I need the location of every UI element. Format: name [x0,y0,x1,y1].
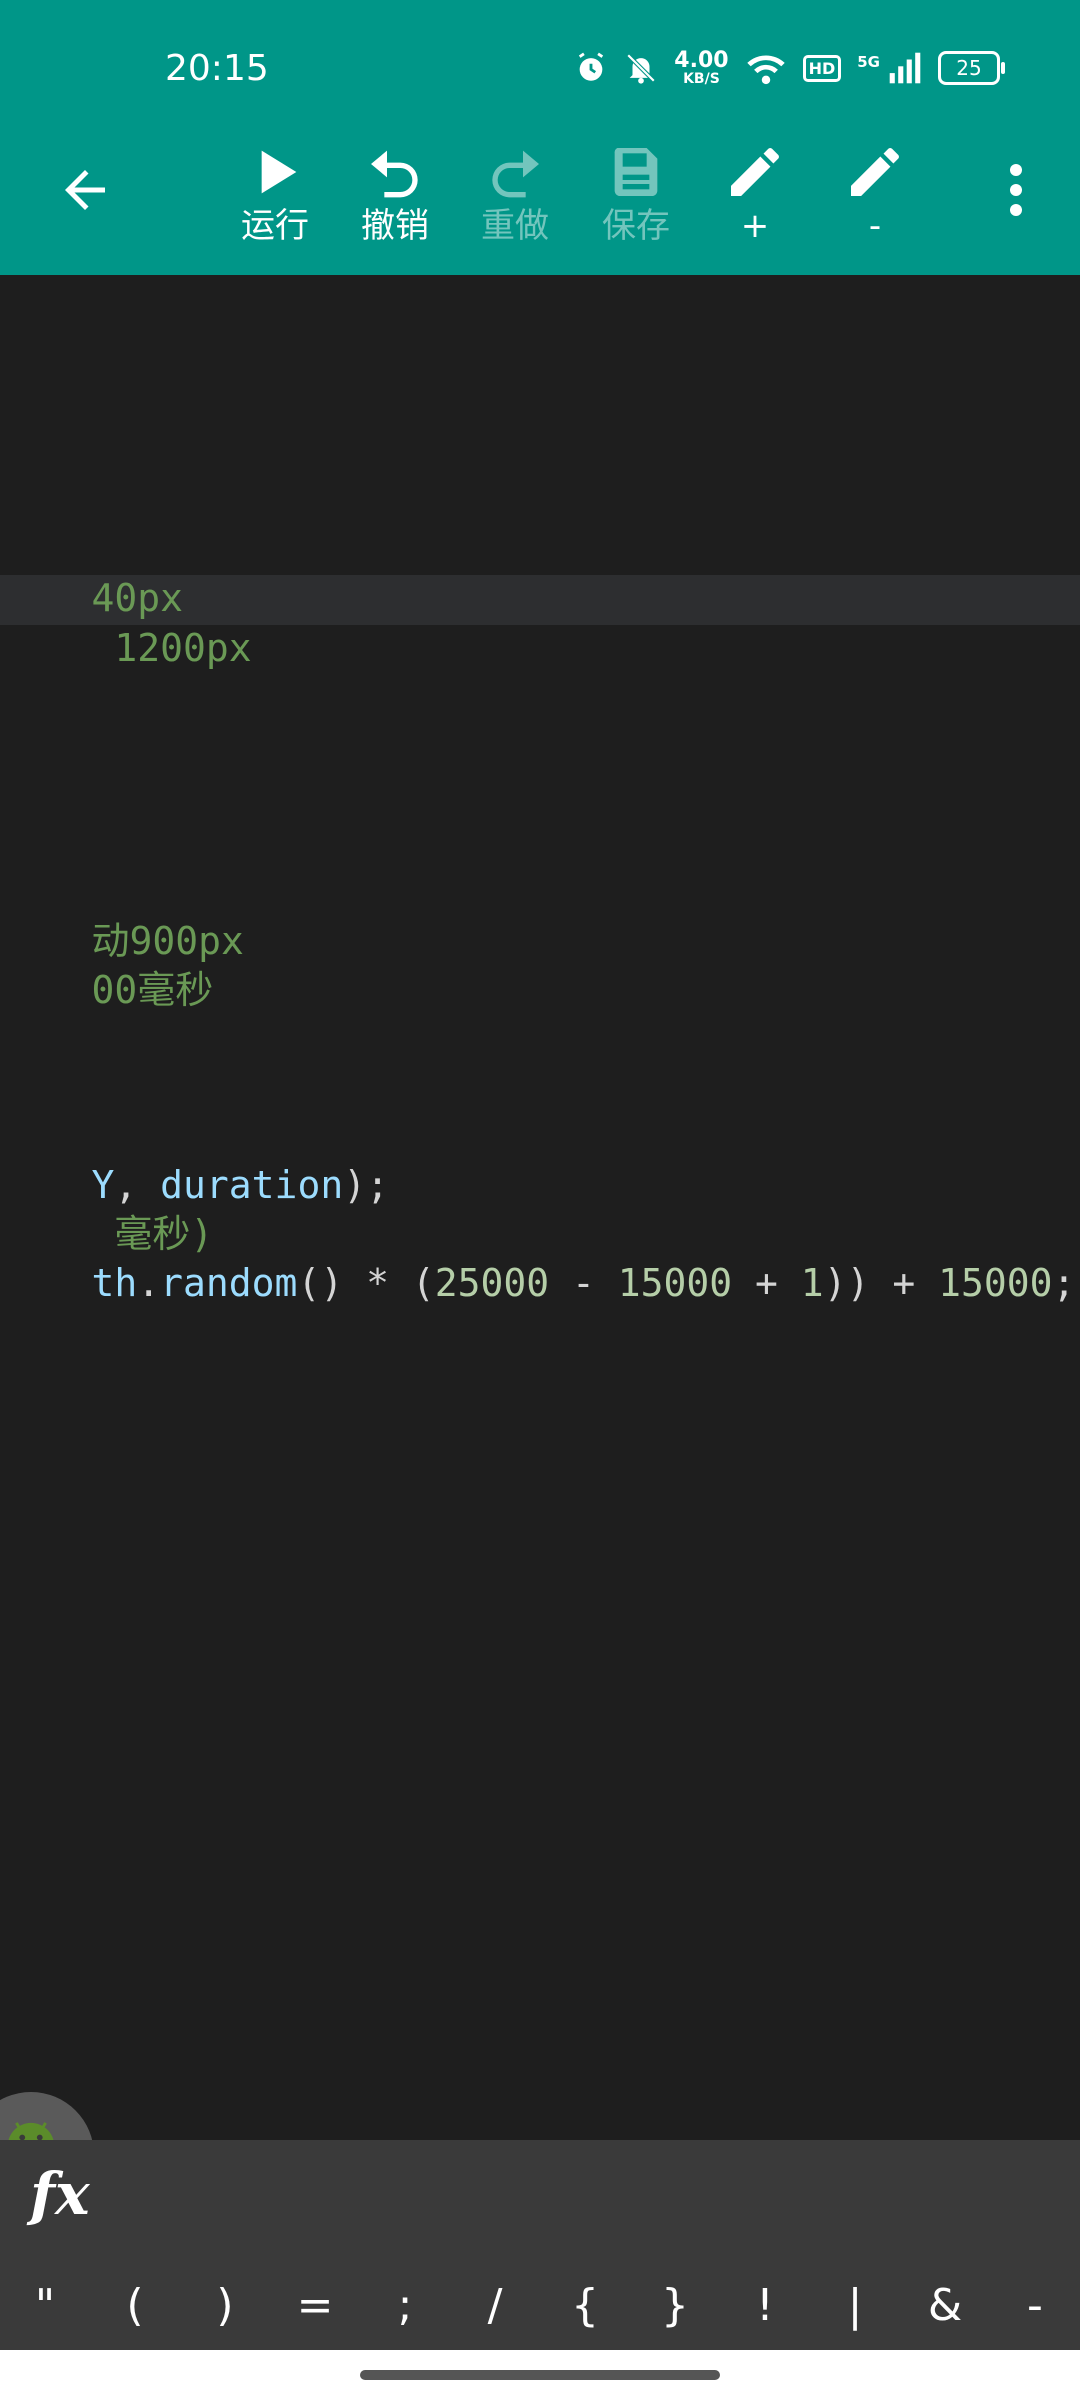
font-increase-label: + [740,206,770,246]
run-button[interactable]: 运行 [220,140,330,246]
status-time: 20:15 [165,48,269,89]
symbol-key-open-brace[interactable]: { [545,2280,625,2331]
arrow-left-icon [65,170,105,210]
mute-icon [624,51,658,85]
more-options-button[interactable] [996,160,1036,220]
undo-label: 撤销 [361,206,429,246]
code-punctuation: ; [1052,1261,1076,1305]
symbol-bar: " ( ) = ; / { } ! | & - [0,2260,1080,2350]
font-decrease-label: - [868,206,882,246]
symbol-key-semicolon[interactable]: ; [365,2280,445,2331]
back-button[interactable] [50,160,120,220]
fx-icon[interactable]: fx [30,2160,90,2228]
code-line: Y, duration); [0,1112,389,1207]
undo-icon [371,150,418,198]
redo-label: 重做 [481,206,549,246]
redo-button[interactable]: 重做 [460,140,570,246]
code-line: 动900px [0,868,244,963]
more-vert-icon [1010,164,1022,216]
font-decrease-button[interactable]: - [820,140,930,246]
network-type: 5G [857,53,880,71]
code-line: 40px [0,525,184,620]
save-label: 保存 [602,206,670,246]
home-indicator[interactable] [360,2370,720,2380]
function-bar: fx [0,2140,1080,2260]
play-icon [261,150,297,194]
symbol-key-slash[interactable]: / [455,2280,535,2331]
redo-icon [492,150,539,198]
symbol-key-exclamation[interactable]: ! [725,2280,805,2331]
code-punctuation: . [137,1261,161,1305]
code-line: th.random() * (25000 - 15000 + 1)) + 150… [0,1210,1076,1305]
code-line: 00毫秒 [0,917,214,1012]
pencil-icon [731,148,779,196]
code-line: 毫秒) [0,1161,213,1256]
signal-icon [888,51,922,85]
run-label: 运行 [241,206,309,246]
code-punctuation: () * ( [297,1261,435,1305]
hd-badge: HD [802,54,842,82]
symbol-key-open-paren[interactable]: ( [95,2280,175,2331]
code-punctuation: - [549,1261,618,1305]
code-editor[interactable]: 40px 1200px 动900px 00毫秒 Y, duration); 毫秒… [0,275,1080,2218]
wifi-icon [745,51,787,85]
symbol-key-close-paren[interactable]: ) [185,2280,265,2331]
status-icons: 4.00 KB/S HD 5G 25 [574,48,1005,87]
symbol-key-minus[interactable]: - [995,2280,1075,2331]
code-identifier: th [91,1261,138,1305]
code-punctuation: + [732,1261,801,1305]
save-icon [614,148,658,196]
code-punctuation: )) + [823,1261,939,1305]
net-speed-unit: KB/S [683,71,720,87]
code-line: 1200px [0,575,251,670]
code-number: 1 [800,1261,824,1305]
code-comment: 00毫秒 [91,968,214,1012]
pencil-icon [851,148,899,196]
code-identifier: random [160,1261,298,1305]
save-button[interactable]: 保存 [581,140,691,246]
net-speed: 4.00 KB/S [674,48,729,87]
symbol-key-ampersand[interactable]: & [905,2280,985,2331]
font-increase-button[interactable]: + [700,140,810,246]
symbol-key-equals[interactable]: = [275,2280,355,2331]
code-number: 15000 [617,1261,733,1305]
alarm-icon [574,51,608,85]
app-toolbar: 20:15 4.00 KB/S HD 5G 25 运行 撤销 重做 保存 + - [0,0,1080,275]
code-number: 15000 [938,1261,1053,1305]
symbol-key-pipe[interactable]: | [815,2280,895,2331]
battery-icon: 25 [938,51,1005,85]
code-number: 25000 [434,1261,550,1305]
undo-button[interactable]: 撤销 [340,140,450,246]
code-punctuation: ); [343,1163,389,1207]
navigation-bar [0,2350,1080,2400]
symbol-key-quote[interactable]: " [5,2280,85,2331]
symbol-key-close-brace[interactable]: } [635,2280,715,2331]
net-speed-value: 4.00 [674,48,729,73]
code-comment: 1200px [91,626,252,670]
